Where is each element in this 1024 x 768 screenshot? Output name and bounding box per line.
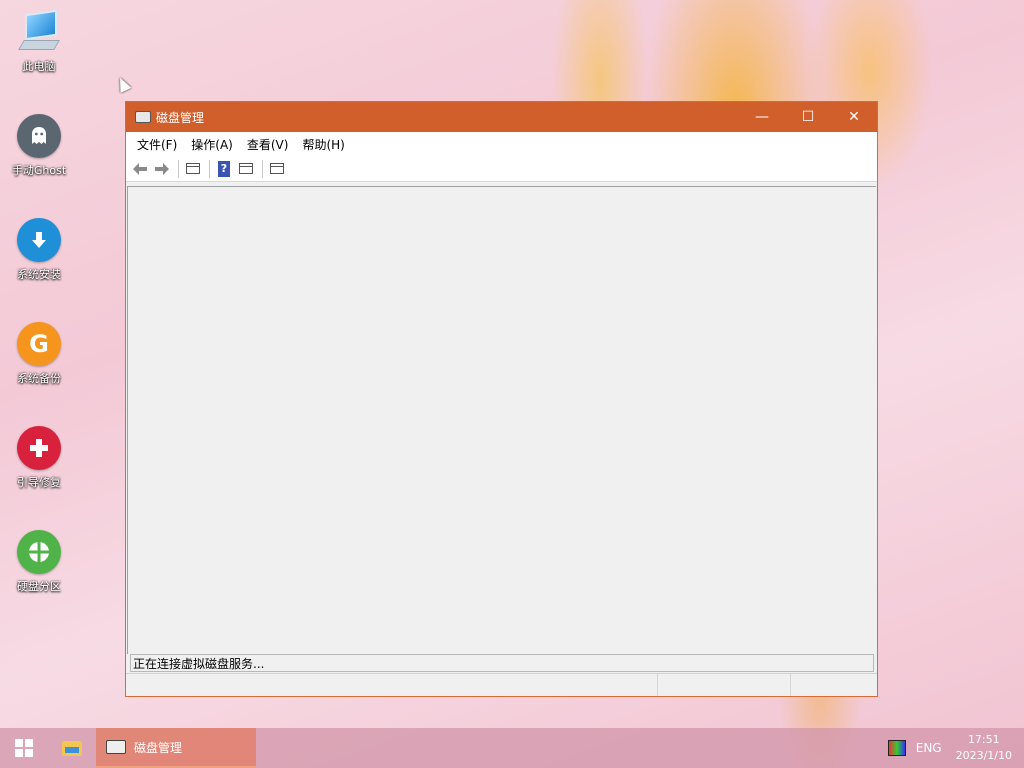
toolbar-separator	[178, 159, 179, 178]
desktop-icon-boot-repair[interactable]: 引导修复	[4, 426, 74, 490]
toolbar-separator	[209, 159, 210, 178]
menu-view[interactable]: 查看(V)	[240, 136, 296, 153]
show-hide-console-tree-button[interactable]	[183, 159, 203, 179]
taskbar-item-label: 磁盘管理	[134, 740, 183, 755]
windows-logo-icon	[15, 739, 33, 757]
mouse-cursor	[114, 75, 132, 93]
folder-icon	[62, 740, 82, 756]
properties-icon	[270, 163, 284, 174]
help-button[interactable]: ?	[214, 159, 234, 179]
console-tree-icon	[186, 163, 200, 174]
toolbar: ?	[126, 156, 877, 182]
desktop-icon-label: 系统备份	[17, 372, 61, 385]
partition-icon	[17, 530, 61, 574]
status-bar-cell	[126, 674, 658, 696]
clock-date: 2023/1/10	[955, 749, 1012, 762]
desktop-icon-label: 手动Ghost	[11, 164, 67, 177]
desktop-icon-system-backup[interactable]: G 系统备份	[4, 322, 74, 386]
maximize-button[interactable]: ☐	[785, 102, 831, 132]
status-bar-cell	[658, 674, 791, 696]
desktop-icon-label: 此电脑	[22, 60, 56, 73]
desktop-icon-system-install[interactable]: 系统安装	[4, 218, 74, 282]
status-message: 正在连接虚拟磁盘服务...	[130, 654, 874, 672]
color-settings-icon[interactable]	[887, 740, 906, 756]
start-button[interactable]	[0, 728, 48, 768]
disk-management-icon	[106, 740, 126, 754]
backup-icon: G	[17, 322, 61, 366]
help-icon: ?	[218, 160, 230, 177]
window-title: 磁盘管理	[156, 110, 205, 125]
close-button[interactable]: ✕	[831, 102, 877, 132]
desktop-icon-label: 硬盘分区	[17, 580, 61, 593]
download-icon	[17, 218, 61, 262]
window-titlebar[interactable]: 磁盘管理 — ☐ ✕	[126, 102, 877, 132]
desktop-icon-manual-ghost[interactable]: 手动Ghost	[4, 114, 74, 178]
arrow-left-icon	[133, 162, 147, 175]
computer-icon	[17, 9, 61, 54]
menu-help[interactable]: 帮助(H)	[295, 136, 351, 153]
menu-action[interactable]: 操作(A)	[184, 136, 240, 153]
back-button[interactable]	[130, 159, 150, 179]
forward-button[interactable]	[152, 159, 172, 179]
ghost-icon	[17, 114, 61, 158]
input-language-indicator[interactable]: ENG	[916, 741, 942, 755]
arrow-right-icon	[155, 162, 169, 175]
clock-time: 17:51	[967, 733, 1000, 746]
repair-icon	[17, 426, 61, 470]
file-explorer-button[interactable]	[48, 728, 96, 768]
taskbar-item-disk-management[interactable]: 磁盘管理	[96, 728, 256, 768]
properties-button[interactable]	[267, 159, 287, 179]
disk-management-icon	[135, 111, 151, 123]
desktop-icon-label: 系统安装	[17, 268, 61, 281]
toolbar-separator	[262, 159, 263, 178]
action-pane-icon	[239, 163, 253, 174]
menubar: 文件(F) 操作(A) 查看(V) 帮助(H)	[126, 132, 877, 156]
desktop-icon-this-pc[interactable]: 此电脑	[4, 9, 74, 74]
desktop-icon-label: 引导修复	[17, 476, 61, 489]
show-hide-action-pane-button[interactable]	[236, 159, 256, 179]
clock[interactable]: 17:51 2023/1/10	[956, 732, 1012, 764]
menu-file[interactable]: 文件(F)	[130, 136, 184, 153]
desktop-icon-disk-partition[interactable]: 硬盘分区	[4, 530, 74, 594]
disk-content-pane	[127, 186, 876, 654]
system-tray: ENG 17:51 2023/1/10	[887, 728, 1024, 768]
status-bar-cell	[791, 674, 877, 696]
status-bar	[126, 673, 877, 696]
minimize-button[interactable]: —	[739, 102, 785, 132]
taskbar: 磁盘管理 ENG 17:51 2023/1/10	[0, 728, 1024, 768]
disk-management-window: 磁盘管理 — ☐ ✕ 文件(F) 操作(A) 查看(V) 帮助(H) ? 正在连…	[125, 101, 878, 697]
